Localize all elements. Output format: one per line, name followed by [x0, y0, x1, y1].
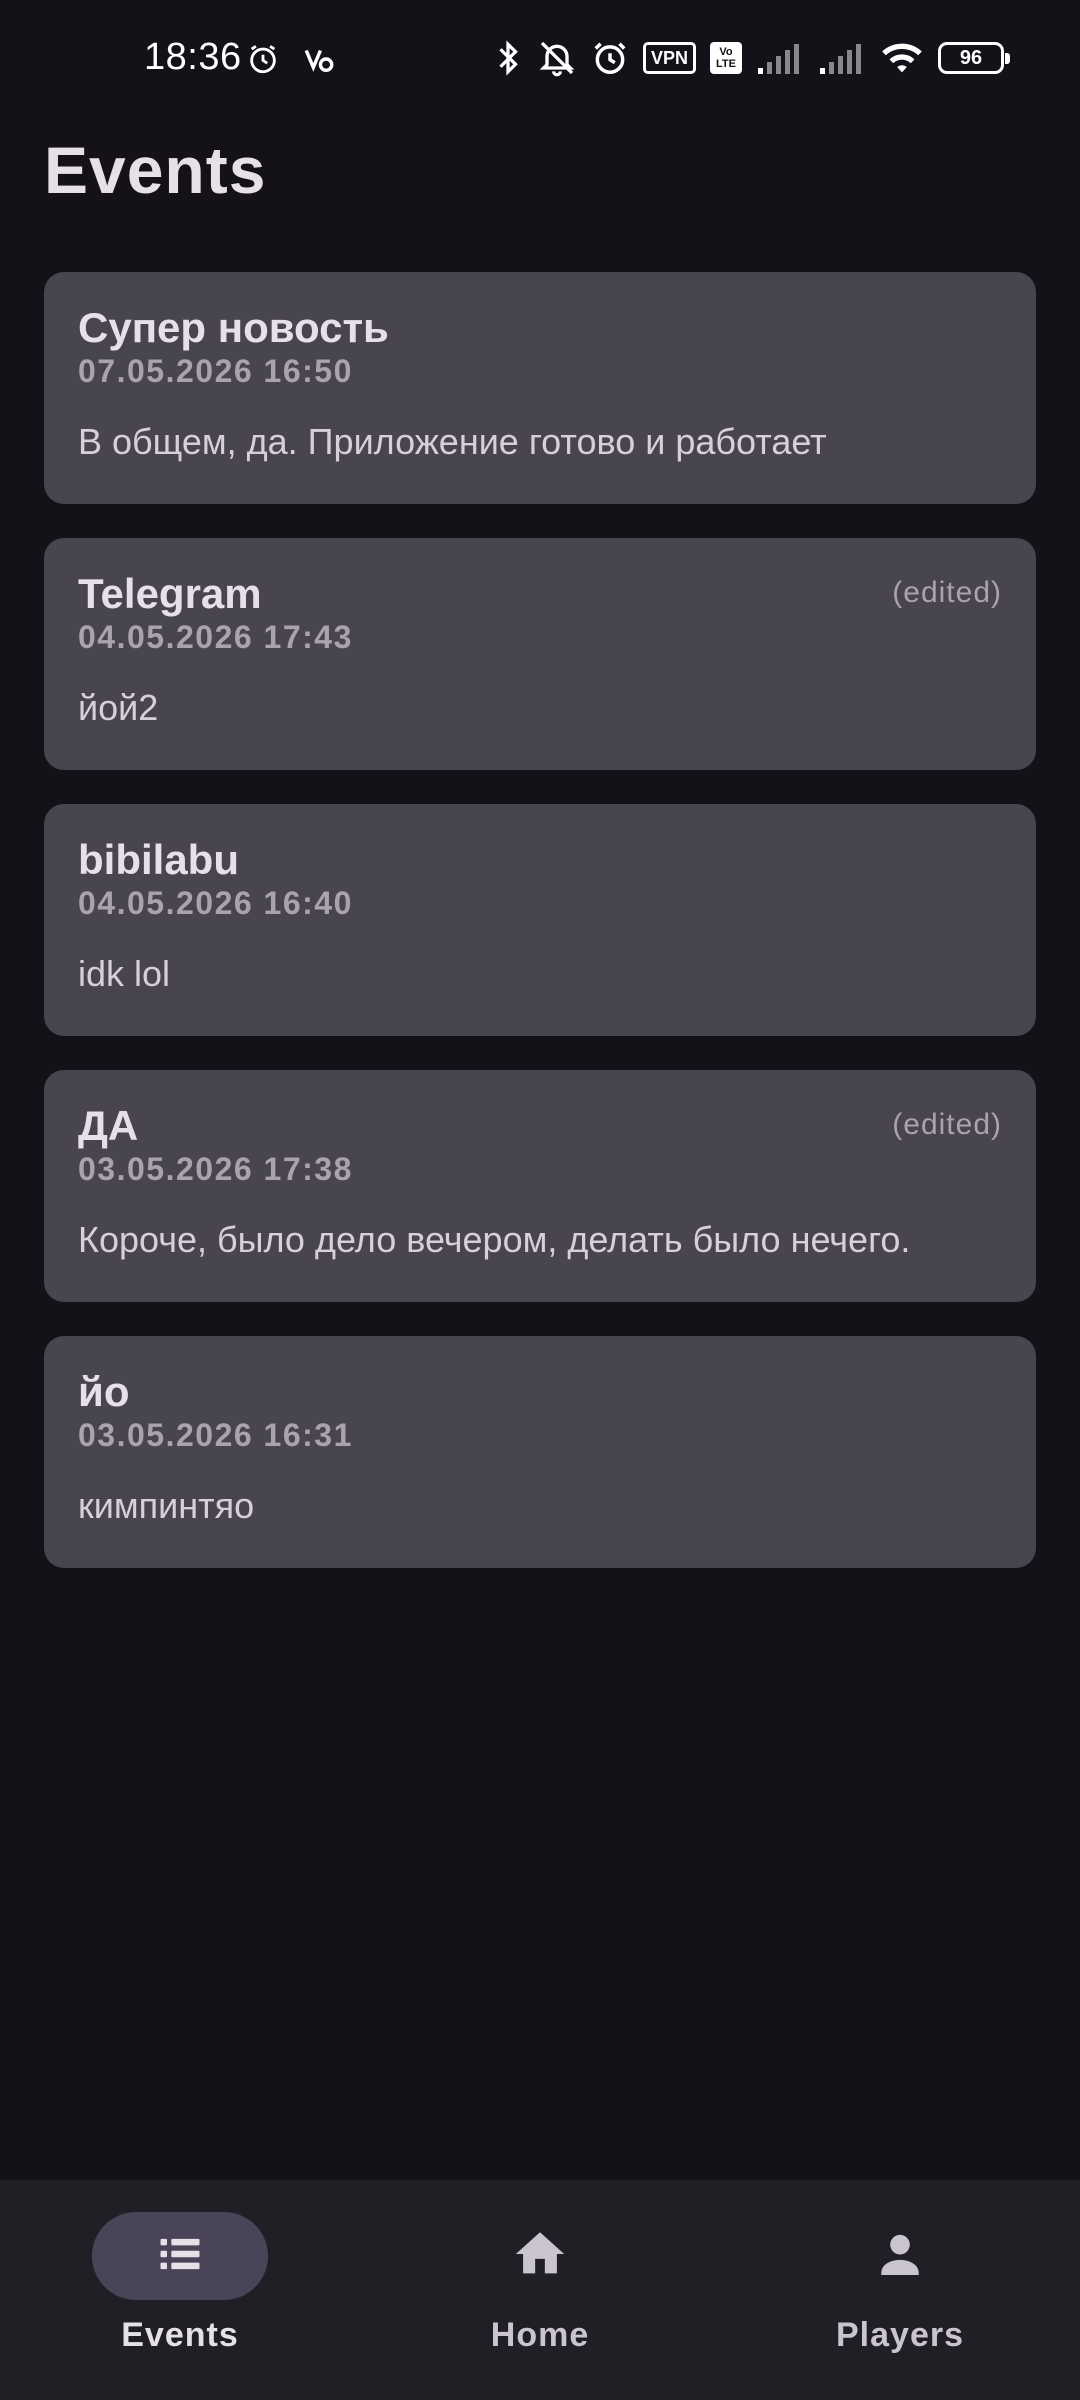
person-icon	[872, 2226, 928, 2287]
vpn-icon: VPN	[642, 42, 696, 74]
nav-item-players[interactable]: Players	[720, 2180, 1080, 2400]
event-title: Telegram	[78, 570, 262, 617]
nav-active-indicator	[92, 2212, 268, 2300]
event-card[interactable]: (edited) ДА 03.05.2026 17:38 Короче, был…	[44, 1070, 1036, 1302]
event-date: 03.05.2026 16:31	[78, 1417, 353, 1453]
event-date: 04.05.2026 17:43	[78, 619, 353, 655]
volte-icon: Vo LTE	[710, 42, 742, 74]
event-title: Супер новость	[78, 304, 389, 351]
wifi-icon	[880, 40, 924, 76]
nav-item-events[interactable]: Events	[0, 2180, 360, 2400]
event-card[interactable]: йо 03.05.2026 16:31 кимпинтяо	[44, 1336, 1036, 1568]
home-icon	[511, 2225, 569, 2288]
events-screen: 18:36 VPN Vo LTE 96 Events Супер новость…	[0, 0, 1080, 2400]
edited-label: (edited)	[892, 1108, 1002, 1141]
edited-label: (edited)	[892, 576, 1002, 609]
nav-label: Players	[836, 2316, 964, 2354]
event-title: йо	[78, 1368, 130, 1415]
bottom-navigation: Events Home Players	[0, 2180, 1080, 2400]
alarm-clock-icon	[246, 42, 280, 76]
event-date: 04.05.2026 16:40	[78, 885, 353, 921]
list-icon	[154, 2228, 206, 2285]
event-body: кимпинтяо	[78, 1485, 255, 1526]
nav-item-home[interactable]: Home	[360, 2180, 720, 2400]
signal-strength-icon	[818, 42, 866, 74]
event-date: 03.05.2026 17:38	[78, 1151, 353, 1187]
alarm-icon	[591, 39, 629, 77]
status-time: 18:36	[144, 36, 242, 78]
event-title: ДА	[78, 1102, 139, 1149]
nav-label: Events	[121, 2316, 239, 2354]
event-body: idk lol	[78, 953, 171, 994]
signal-strength-icon	[756, 42, 804, 74]
event-card[interactable]: bibilabu 04.05.2026 16:40 idk lol	[44, 804, 1036, 1036]
page-title: Events	[44, 133, 267, 207]
battery-icon: 96	[938, 42, 1010, 74]
event-list: Супер новость 07.05.2026 16:50 В общем, …	[44, 272, 1036, 1568]
nav-label: Home	[490, 2316, 590, 2354]
vk-icon	[302, 42, 336, 76]
event-card[interactable]: Супер новость 07.05.2026 16:50 В общем, …	[44, 272, 1036, 504]
silent-bell-icon	[537, 38, 577, 78]
bluetooth-icon	[493, 38, 523, 78]
event-body: йой2	[78, 687, 159, 728]
status-bar: 18:36 VPN Vo LTE 96	[0, 30, 1080, 90]
event-body: Короче, было дело вечером, делать было н…	[78, 1219, 911, 1260]
event-card[interactable]: (edited) Telegram 04.05.2026 17:43 йой2	[44, 538, 1036, 770]
event-date: 07.05.2026 16:50	[78, 353, 353, 389]
event-title: bibilabu	[78, 836, 239, 883]
event-body: В общем, да. Приложение готово и работае…	[78, 421, 827, 462]
